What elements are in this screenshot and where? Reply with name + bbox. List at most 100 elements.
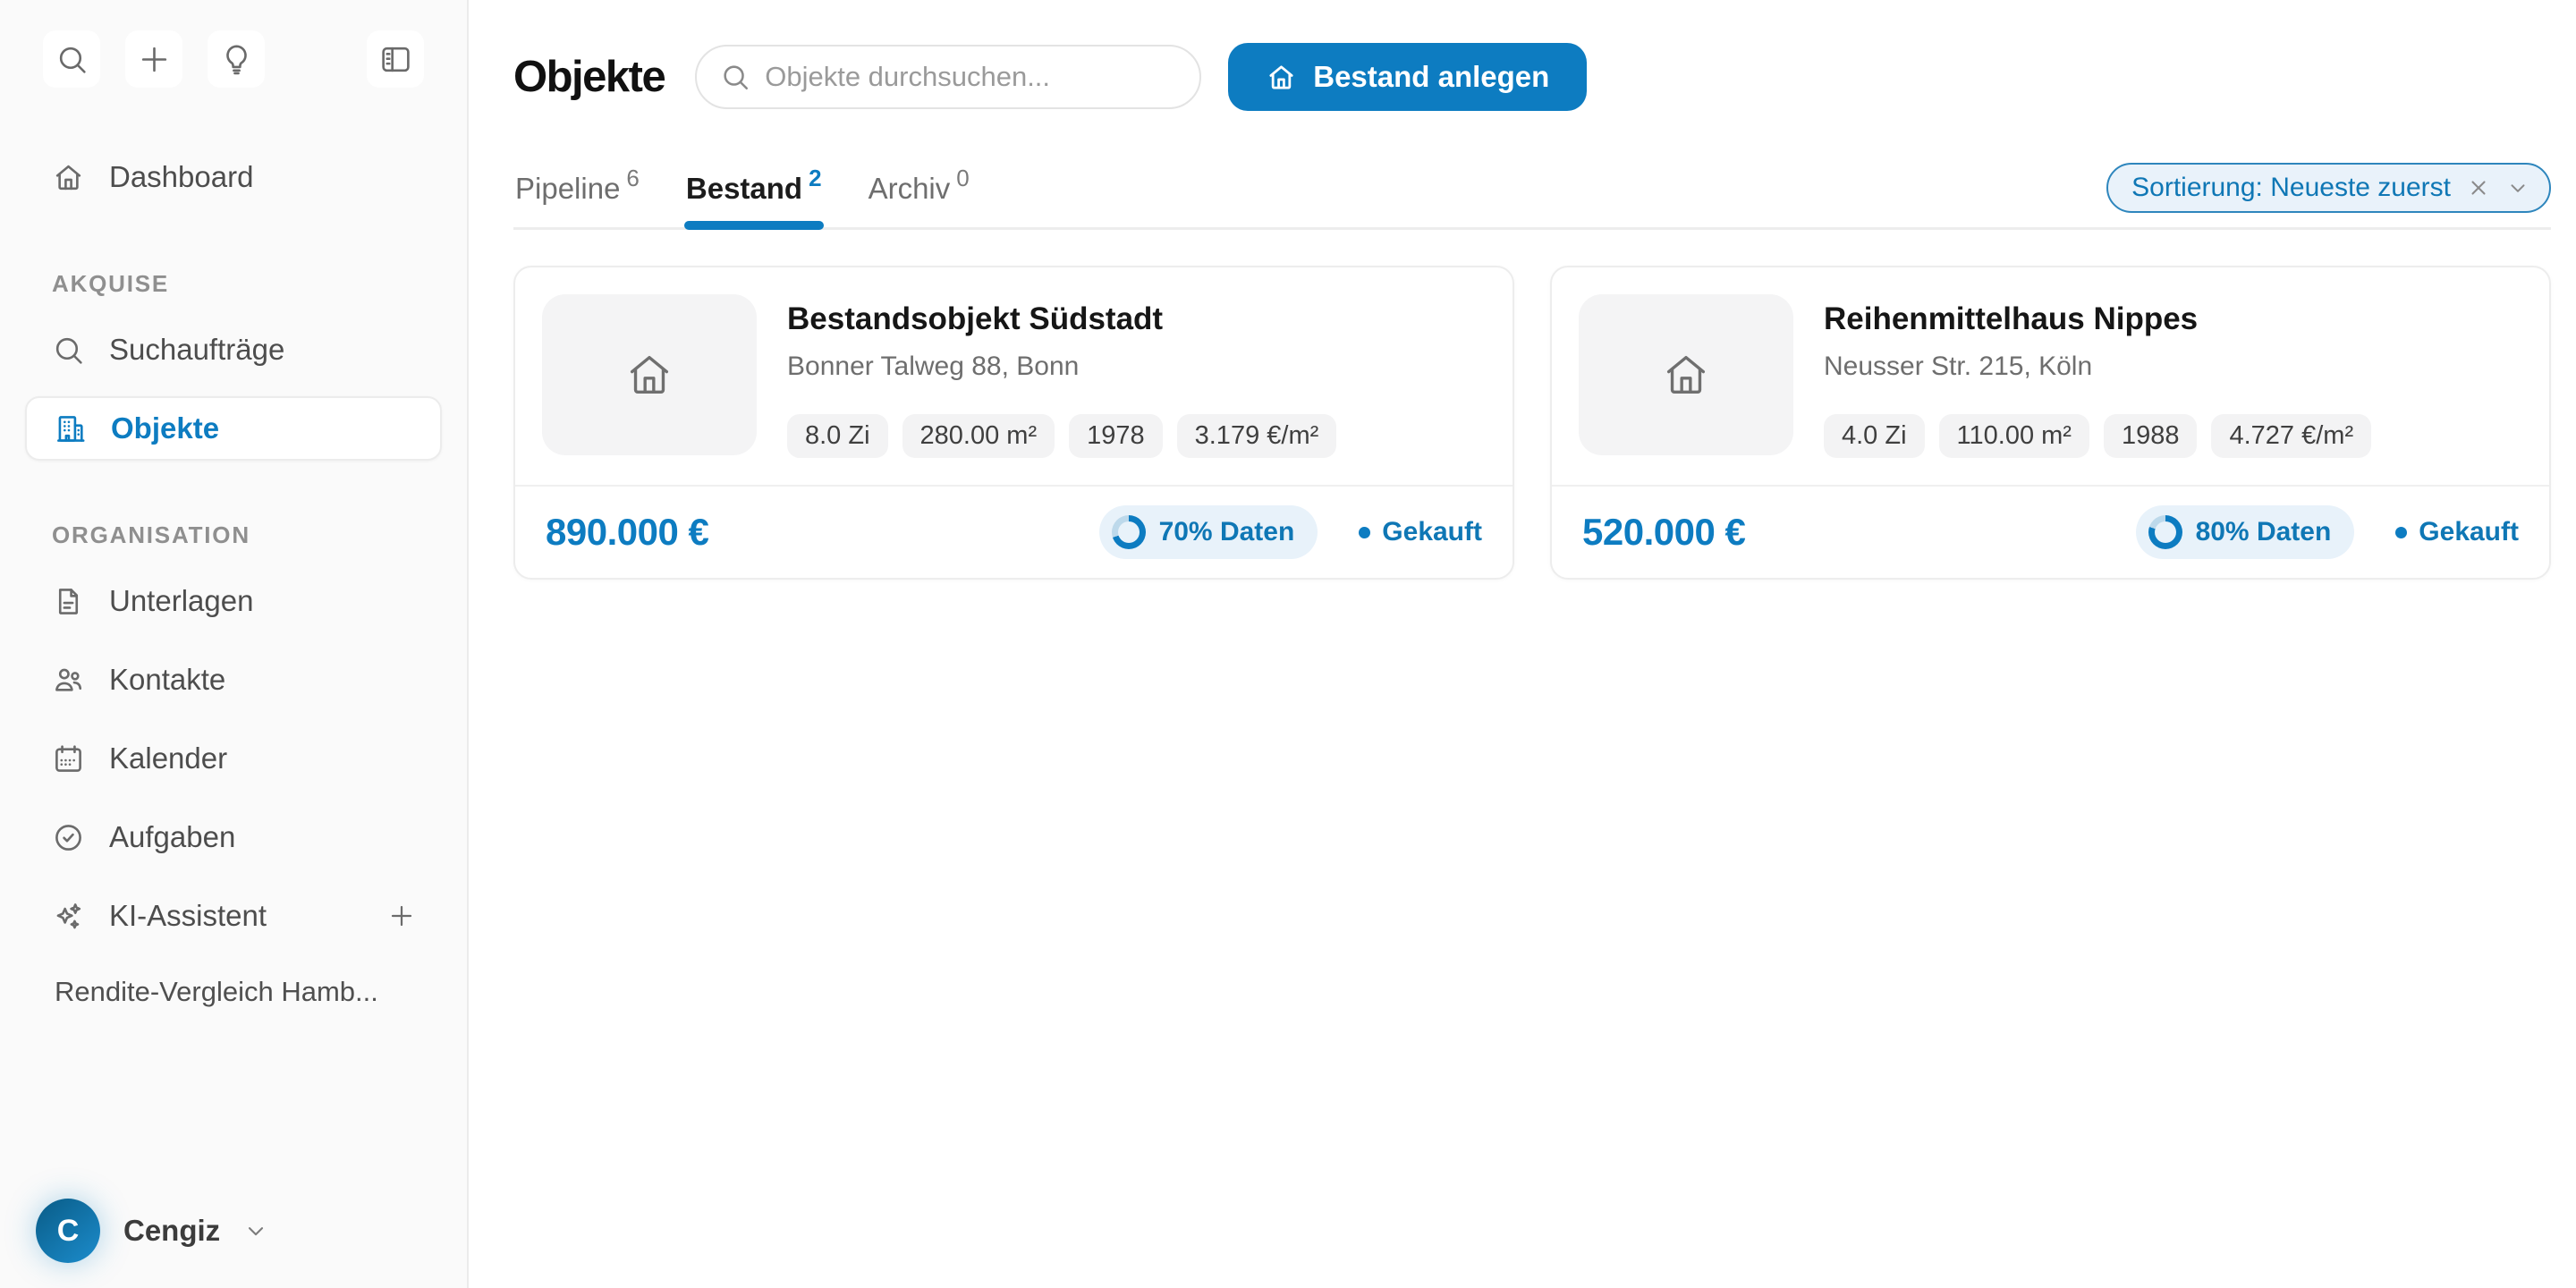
sidebar-item-aufgaben[interactable]: Aufgaben (25, 805, 442, 869)
tab-label: Pipeline (515, 172, 620, 206)
attribute-chip-area: 110.00 m² (1939, 414, 2089, 458)
data-completeness-badge: 80% Daten (2136, 505, 2355, 559)
building-icon (54, 412, 87, 445)
sidebar-section-organisation: ORGANISATION (25, 521, 442, 549)
sidebar-item-ki-assistent[interactable]: KI-Assistent (25, 884, 442, 948)
tab-bestand[interactable]: Bestand 2 (684, 172, 824, 227)
attribute-chip-rooms: 8.0 Zi (787, 414, 888, 458)
status-badge: Gekauft (2395, 517, 2519, 547)
object-title: Reihenmittelhaus Nippes (1824, 301, 2371, 337)
data-completeness-label: 70% Daten (1159, 517, 1295, 547)
sidebar-item-dashboard[interactable]: Dashboard (25, 145, 442, 209)
attribute-chip-year: 1978 (1069, 414, 1163, 458)
object-attributes: 4.0 Zi 110.00 m² 1988 4.727 €/m² (1824, 414, 2371, 458)
document-icon (52, 585, 85, 618)
create-bestand-label: Bestand anlegen (1313, 60, 1549, 94)
tab-archiv[interactable]: Archiv 0 (867, 172, 971, 227)
card-footer: 520.000 € 80% Daten Gekauft (1552, 485, 2549, 578)
user-menu[interactable]: C Cengiz (25, 1199, 442, 1263)
sidebar-section-akquise: AKQUISE (25, 270, 442, 298)
new-chat-button[interactable] (388, 902, 415, 929)
card-footer: 890.000 € 70% Daten Gekauft (515, 485, 1513, 578)
quick-add-button[interactable] (125, 30, 182, 88)
avatar: C (36, 1199, 100, 1263)
collapse-sidebar-button[interactable] (367, 30, 424, 88)
data-completeness-label: 80% Daten (2196, 517, 2332, 547)
close-icon[interactable] (2467, 176, 2490, 199)
home-icon (52, 161, 85, 194)
sidebar: Dashboard AKQUISE Suchaufträge Objekte O… (0, 0, 469, 1288)
card-body: Bestandsobjekt Südstadt Bonner Talweg 88… (515, 267, 1513, 485)
tab-count: 6 (626, 165, 639, 192)
house-icon (623, 349, 675, 401)
object-info: Bestandsobjekt Südstadt Bonner Talweg 88… (787, 294, 1336, 458)
page-header: Objekte Bestand anlegen (513, 43, 2551, 111)
card-body: Reihenmittelhaus Nippes Neusser Str. 215… (1552, 267, 2549, 485)
ideas-button[interactable] (208, 30, 265, 88)
tab-count: 2 (809, 165, 821, 192)
sidebar-item-label: Kontakte (109, 663, 225, 697)
plus-icon (138, 43, 171, 76)
sidebar-panel-icon (379, 43, 412, 76)
calendar-icon (52, 742, 85, 775)
progress-ring-icon (1112, 515, 1146, 549)
tab-label: Bestand (686, 172, 802, 206)
chevron-down-icon[interactable] (2506, 176, 2529, 199)
house-icon (1660, 349, 1712, 401)
main-content: Objekte Bestand anlegen Pipeline 6 Besta… (469, 0, 2576, 1288)
sidebar-item-label: Aufgaben (109, 820, 235, 854)
sidebar-item-label: Suchaufträge (109, 333, 284, 367)
object-info: Reihenmittelhaus Nippes Neusser Str. 215… (1824, 294, 2371, 458)
ki-chat-item-rendite-vergleich[interactable]: Rendite-Vergleich Hamb... (25, 962, 442, 1021)
attribute-chip-area: 280.00 m² (902, 414, 1055, 458)
attribute-chip-rooms: 4.0 Zi (1824, 414, 1925, 458)
status-label: Gekauft (2419, 517, 2519, 547)
status-label: Gekauft (1382, 517, 1482, 547)
sidebar-item-kontakte[interactable]: Kontakte (25, 648, 442, 712)
sidebar-item-label: Objekte (111, 411, 219, 445)
sidebar-item-suchauftraege[interactable]: Suchaufträge (25, 318, 442, 382)
object-card[interactable]: Bestandsobjekt Südstadt Bonner Talweg 88… (513, 266, 1514, 580)
object-thumbnail (542, 294, 757, 455)
progress-ring-icon (2148, 515, 2182, 549)
chevron-down-icon (243, 1218, 268, 1243)
object-attributes: 8.0 Zi 280.00 m² 1978 3.179 €/m² (787, 414, 1336, 458)
data-completeness-badge: 70% Daten (1099, 505, 1318, 559)
tab-count: 0 (956, 165, 969, 192)
create-bestand-button[interactable]: Bestand anlegen (1228, 43, 1587, 111)
object-card-grid: Bestandsobjekt Südstadt Bonner Talweg 88… (513, 266, 2551, 580)
object-price: 890.000 € (546, 511, 708, 554)
card-footer-right: 70% Daten Gekauft (1099, 505, 1482, 559)
status-dot-icon (1359, 527, 1370, 538)
lightbulb-icon (220, 43, 253, 76)
user-name: Cengiz (123, 1214, 220, 1248)
tab-pipeline[interactable]: Pipeline 6 (513, 172, 641, 227)
sidebar-item-label: KI-Assistent (109, 899, 267, 933)
global-search-button[interactable] (43, 30, 100, 88)
object-card[interactable]: Reihenmittelhaus Nippes Neusser Str. 215… (1550, 266, 2551, 580)
users-icon (52, 664, 85, 697)
object-address: Bonner Talweg 88, Bonn (787, 352, 1336, 382)
search-icon (55, 43, 89, 76)
sidebar-toolbar (25, 30, 442, 88)
attribute-chip-price-per-sqm: 3.179 €/m² (1177, 414, 1337, 458)
tabbar: Pipeline 6 Bestand 2 Archiv 0 Sortierung… (513, 163, 2551, 230)
page-title: Objekte (513, 52, 665, 102)
object-price: 520.000 € (1582, 511, 1745, 554)
house-icon (1266, 62, 1297, 93)
sparkles-icon (52, 900, 85, 933)
sidebar-item-label: Dashboard (109, 160, 253, 194)
search-icon (720, 62, 750, 92)
card-footer-right: 80% Daten Gekauft (2136, 505, 2519, 559)
app-window: Dashboard AKQUISE Suchaufträge Objekte O… (0, 0, 2576, 1288)
sidebar-item-unterlagen[interactable]: Unterlagen (25, 569, 442, 633)
object-thumbnail (1579, 294, 1793, 455)
plus-icon (388, 902, 415, 929)
status-dot-icon (2395, 527, 2407, 538)
sidebar-item-label: Kalender (109, 741, 227, 775)
search-input[interactable] (765, 61, 1187, 93)
sidebar-item-kalender[interactable]: Kalender (25, 726, 442, 791)
sort-filter-chip[interactable]: Sortierung: Neueste zuerst (2106, 163, 2551, 213)
attribute-chip-price-per-sqm: 4.727 €/m² (2211, 414, 2371, 458)
sidebar-item-objekte[interactable]: Objekte (25, 396, 442, 461)
